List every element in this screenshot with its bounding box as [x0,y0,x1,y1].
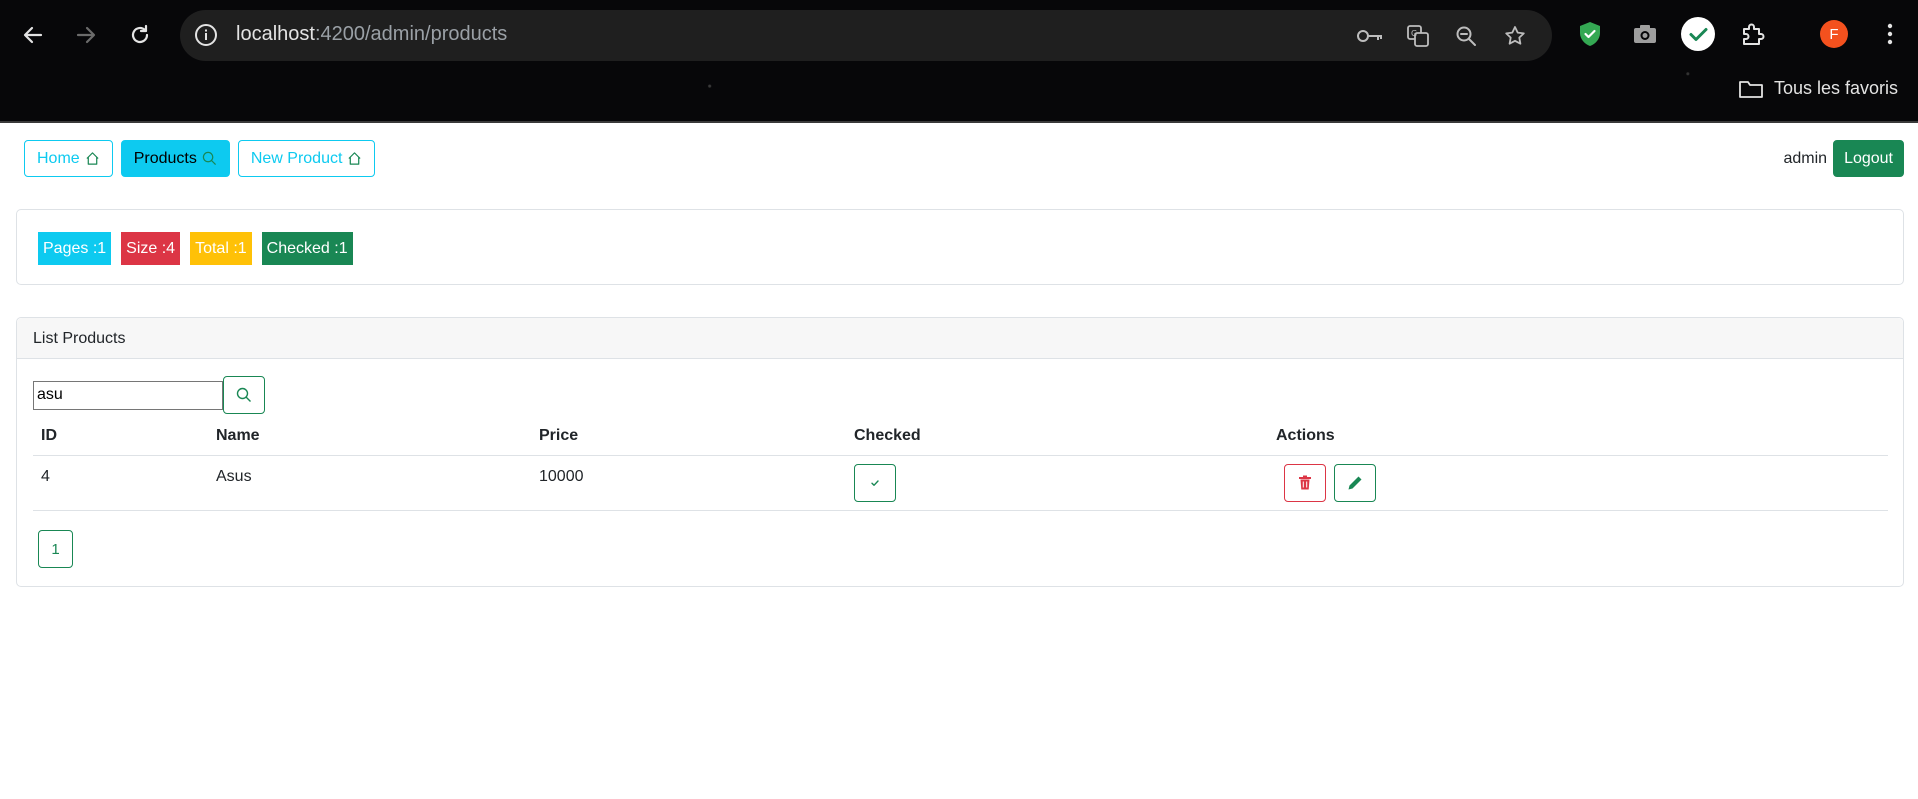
toggle-checked-button[interactable] [854,463,896,502]
forward-button[interactable] [68,17,104,53]
checked-badge: Checked :1 [261,232,353,265]
reload-button[interactable] [122,17,158,53]
size-badge: Size :4 [121,232,181,265]
folder-icon [1739,80,1763,98]
column-header-id: ID [33,418,208,456]
house-icon [86,152,99,165]
new-product-label: New Product [250,149,343,167]
products-button[interactable]: Products [120,140,230,177]
reload-icon [131,24,149,44]
products-label: Products [133,149,197,167]
home-label: Home [37,149,80,167]
column-header-checked: Checked [846,418,1268,456]
column-header-name: Name [208,418,531,456]
check-icon [871,479,879,486]
cell-actions [1268,455,1888,511]
browser-menu-button[interactable] [1872,16,1908,52]
home-button[interactable]: Home [24,140,113,177]
extensions-puzzle-icon[interactable] [1735,16,1771,52]
bookmarks-label: Tous les favoris [1773,78,1898,98]
profile-avatar[interactable]: F [1816,16,1852,52]
pencil-icon [1348,476,1362,489]
search-button[interactable] [223,376,265,414]
zoom-icon[interactable] [1452,22,1480,50]
shield-extension-icon[interactable] [1572,16,1608,52]
address-bar[interactable]: localhost:4200/admin/products G [180,10,1552,61]
password-key-icon[interactable] [1356,22,1384,50]
url-text[interactable]: localhost:4200/admin/products [236,23,507,46]
product-price: 10000 [539,467,584,485]
camera-extension-icon[interactable] [1627,16,1663,52]
app-navbar: Home Products New Product [24,140,376,177]
delete-button[interactable] [1284,463,1326,502]
product-name: Asus [216,467,252,485]
stats-card: Pages :1 Size :4 Total :1 Checked :1 [16,209,1904,285]
profile-initial: F [1820,20,1848,48]
house-icon [348,152,361,165]
logout-button[interactable]: Logout [1833,140,1904,177]
svg-text:G: G [1411,29,1417,38]
url-path: :4200/admin/products [314,23,508,45]
browser-chrome: localhost:4200/admin/products G F Tous l… [0,0,1918,123]
table-header-row: ID Name Price Checked Actions [33,418,1888,456]
edit-button[interactable] [1334,463,1376,502]
card-header: List Products [17,318,1903,359]
column-header-price: Price [531,418,846,456]
search-icon [202,151,216,166]
url-host: localhost [236,23,315,45]
products-table: ID Name Price Checked Actions 4 Asus 100… [33,418,1888,511]
check-extension-icon[interactable] [1680,16,1716,52]
arrow-right-icon [76,26,96,44]
row-actions [1284,463,1880,502]
new-product-button[interactable]: New Product [237,140,376,177]
translate-icon[interactable]: G [1404,22,1432,50]
pages-badge: Pages :1 [38,232,112,265]
products-card: List Products ID Name Price Checked Acti… [16,317,1904,587]
user-area: admin Logout [1783,140,1904,177]
more-vertical-icon [1887,23,1893,45]
back-button[interactable] [15,17,51,53]
trash-icon [1299,475,1311,490]
search-form [33,376,265,414]
arrow-left-icon [23,26,43,44]
cell-name: Asus [208,455,531,511]
chrome-divider [0,121,1918,123]
site-info-icon[interactable] [194,23,218,47]
pagination-page-1[interactable]: 1 [38,530,73,568]
bookmark-star-icon[interactable] [1501,22,1529,50]
search-icon [236,387,251,402]
total-badge: Total :1 [190,232,252,265]
search-input[interactable] [33,380,223,410]
cell-checked [846,455,1268,511]
table-row: 4 Asus 10000 [33,455,1888,511]
column-header-actions: Actions [1268,418,1888,456]
all-bookmarks-button[interactable]: Tous les favoris [1738,78,1898,99]
cell-id: 4 [33,455,208,511]
username: admin [1783,149,1828,167]
cell-price: 10000 [531,455,846,511]
stats-badges: Pages :1 Size :4 Total :1 Checked :1 [38,232,353,265]
product-id: 4 [41,467,50,485]
